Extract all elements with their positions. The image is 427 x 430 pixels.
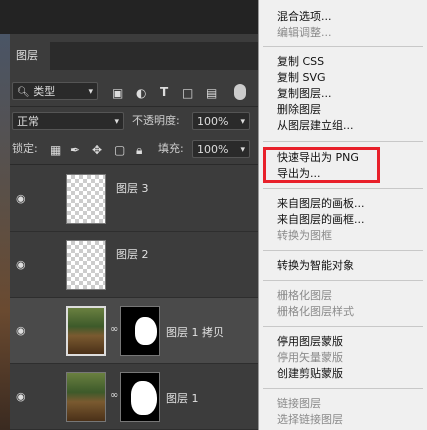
layer-row-1[interactable]: ◉ ∞ 图层 1 <box>10 364 260 430</box>
link-icon: ∞ <box>110 324 119 335</box>
chevron-down-icon: ▾ <box>114 117 119 127</box>
layer-mask-thumbnail[interactable] <box>120 372 160 422</box>
layer-thumbnail <box>66 240 106 290</box>
layer-row-1-copy[interactable]: ◉ ∞ 图层 1 拷贝 <box>10 298 260 364</box>
menu-item-delete-layer[interactable]: 删除图层 <box>277 103 321 117</box>
menu-item-disable-layer-mask[interactable]: 停用图层蒙版 <box>277 335 343 349</box>
menu-item-create-clipping-mask[interactable]: 创建剪贴蒙版 <box>277 367 343 381</box>
lock-transparent-icon[interactable]: ▦ <box>50 143 61 157</box>
layer-name: 图层 1 <box>166 392 199 405</box>
image-filter-icon[interactable]: ▣ <box>112 86 123 100</box>
tab-layers[interactable]: 图层 <box>10 42 50 70</box>
smart-object-filter-icon[interactable]: ▤ <box>206 86 217 100</box>
menu-item-duplicate-layer[interactable]: 复制图层... <box>277 87 332 101</box>
lock-paint-icon[interactable]: ✒ <box>70 143 80 157</box>
divider <box>10 164 260 165</box>
menu-item-rasterize-layer-style[interactable]: 栅格化图层样式 <box>277 305 354 319</box>
chevron-down-icon: ▾ <box>240 117 245 127</box>
layer-name: 图层 1 拷贝 <box>166 326 224 339</box>
fill-label: 填充: <box>158 142 184 155</box>
menu-item-convert-to-frame[interactable]: 转换为图框 <box>277 229 332 243</box>
blend-mode-select[interactable]: 正常 ▾ <box>12 112 124 130</box>
menu-item-blending-options[interactable]: 混合选项... <box>277 10 332 24</box>
lock-artboard-icon[interactable]: ▢ <box>114 143 125 157</box>
fill-input[interactable]: 100% ▾ <box>192 140 250 158</box>
eye-icon[interactable]: ◉ <box>16 324 28 337</box>
eye-icon[interactable]: ◉ <box>16 258 28 271</box>
menu-separator <box>263 188 423 189</box>
divider <box>10 106 260 107</box>
menu-separator <box>263 280 423 281</box>
menu-item-select-linked-layers[interactable]: 选择链接图层 <box>277 413 343 427</box>
mask-shape <box>135 317 157 345</box>
layer-thumbnail <box>66 306 106 356</box>
eye-icon[interactable]: ◉ <box>16 390 28 403</box>
menu-item-disable-vector-mask[interactable]: 停用矢量蒙版 <box>277 351 343 365</box>
blend-mode-value: 正常 <box>17 115 39 128</box>
menu-item-copy-svg[interactable]: 复制 SVG <box>277 71 326 85</box>
layer-row-3[interactable]: ◉ 图层 3 <box>10 166 260 232</box>
lock-move-icon[interactable]: ✥ <box>92 143 102 157</box>
filter-toggle-icon[interactable] <box>234 84 246 100</box>
menu-separator <box>263 388 423 389</box>
menu-separator <box>263 141 423 142</box>
menu-item-copy-css[interactable]: 复制 CSS <box>277 55 324 69</box>
panel-tabbar: 图层 <box>10 42 260 70</box>
layer-mask-thumbnail[interactable] <box>120 306 160 356</box>
eye-icon[interactable]: ◉ <box>16 192 28 205</box>
filter-kind-select[interactable]: 🔍︎ 类型 ▾ <box>12 82 98 100</box>
menu-item-group-from-layers[interactable]: 从图层建立组... <box>277 119 354 133</box>
layer-thumbnail <box>66 372 106 422</box>
menu-separator <box>263 46 423 47</box>
lock-all-icon[interactable]: 🔒︎ <box>136 143 142 157</box>
lock-label: 锁定: <box>12 142 38 155</box>
blend-row: 正常 ▾ 不透明度: 100% ▾ <box>10 110 260 134</box>
layer-name: 图层 2 <box>116 248 149 261</box>
filter-kind-label: 类型 <box>33 85 56 98</box>
menu-item-convert-to-smart-object[interactable]: 转换为智能对象 <box>277 259 354 273</box>
chevron-down-icon: ▾ <box>240 145 245 155</box>
menu-item-rasterize-layer[interactable]: 栅格化图层 <box>277 289 332 303</box>
link-icon: ∞ <box>110 390 119 401</box>
type-filter-icon[interactable]: T <box>160 85 168 99</box>
layer-name: 图层 3 <box>116 182 149 195</box>
opacity-input[interactable]: 100% ▾ <box>192 112 250 130</box>
adjustment-filter-icon[interactable]: ◐ <box>136 86 146 100</box>
lock-row: 锁定: ▦ ✒ ✥ ▢ 🔒︎ 填充: 100% ▾ <box>10 138 260 162</box>
fill-value: 100% <box>197 143 229 156</box>
menu-item-frame-from-layers[interactable]: 来自图层的画框... <box>277 213 365 227</box>
highlight-box <box>263 147 380 183</box>
mask-shape <box>131 381 157 415</box>
shape-filter-icon[interactable]: □ <box>182 86 193 100</box>
layer-thumbnail <box>66 174 106 224</box>
chevron-down-icon: ▾ <box>88 87 93 97</box>
context-menu: 混合选项... 编辑调整... 复制 CSS 复制 SVG 复制图层... 删除… <box>258 0 427 430</box>
layers-panel: 图层 🔍︎ 类型 ▾ ▣ ◐ T □ ▤ 正常 ▾ 不透明度: 100% ▾ 锁… <box>10 34 260 430</box>
opacity-value: 100% <box>197 115 229 128</box>
menu-separator <box>263 250 423 251</box>
layer-row-2[interactable]: ◉ 图层 2 <box>10 232 260 298</box>
opacity-label: 不透明度: <box>132 114 180 127</box>
menu-item-artboard-from-layers[interactable]: 来自图层的画板... <box>277 197 365 211</box>
filter-row: 🔍︎ 类型 ▾ ▣ ◐ T □ ▤ <box>10 80 260 104</box>
menu-item-link-layers[interactable]: 链接图层 <box>277 397 321 411</box>
menu-item-edit-adjustment[interactable]: 编辑调整... <box>277 26 332 40</box>
menu-separator <box>263 326 423 327</box>
canvas-edge <box>0 34 10 430</box>
search-icon: 🔍︎ <box>17 87 30 98</box>
